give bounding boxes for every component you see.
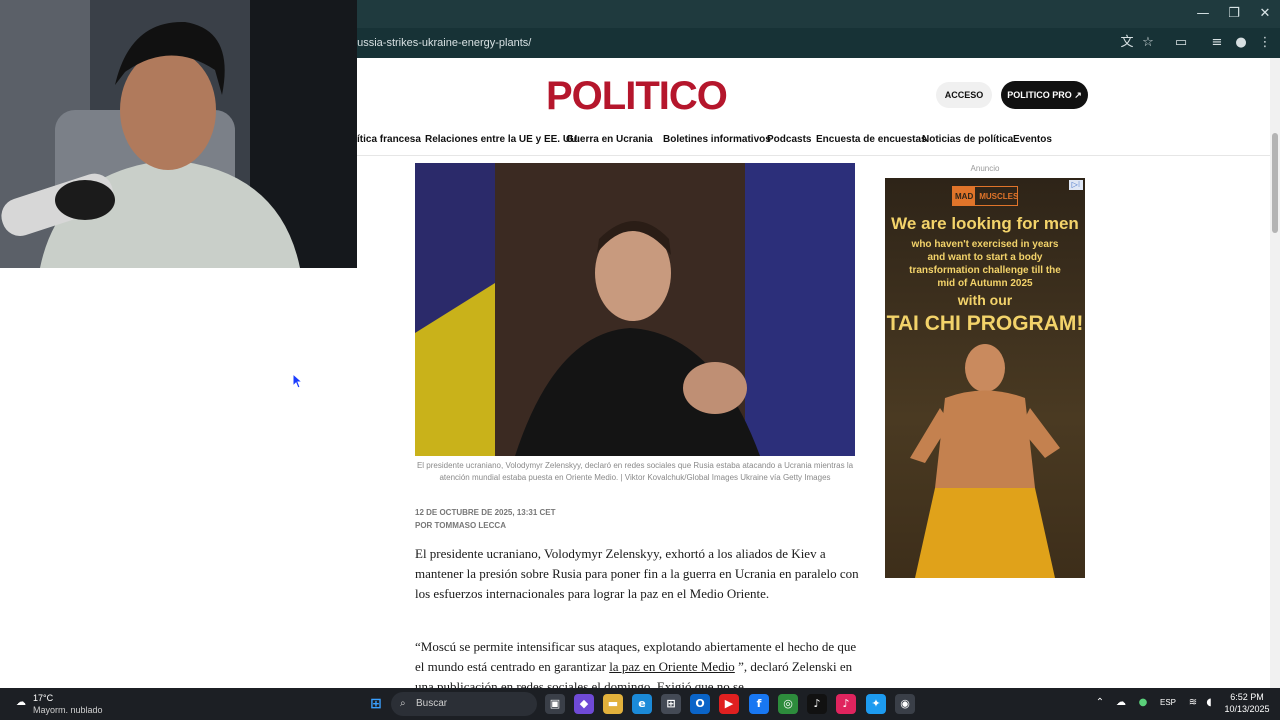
byline[interactable]: POR TOMMASO LECCA [415, 519, 556, 532]
copilot-icon[interactable]: ◆ [574, 694, 594, 714]
twitter-icon[interactable]: ✦ [866, 694, 886, 714]
brand-part-a: MAD [953, 187, 976, 205]
edge-icon[interactable]: e [632, 694, 652, 714]
microphone-icon[interactable]: ● [1136, 696, 1150, 710]
tiktok-studio-icon[interactable]: ♪ [836, 694, 856, 714]
weather-icon[interactable]: ☁ [12, 696, 30, 710]
photo-caption: El presidente ucraniano, Volodymyr Zelen… [416, 461, 854, 482]
login-button[interactable]: ACCESO [936, 82, 992, 108]
nav-item-podcasts[interactable]: Podcasts [767, 134, 811, 145]
obs-icon[interactable]: ◉ [895, 694, 915, 714]
ad-with: with our [957, 292, 1013, 308]
restore-icon[interactable]: ❐ [1217, 4, 1251, 24]
weather-description[interactable]: Mayorm. nublado [33, 705, 103, 715]
advertisement[interactable]: ▷⁝ MAD MUSCLES We are looking for men wh… [885, 178, 1085, 578]
clock-date[interactable]: 10/13/2025 [1222, 704, 1272, 714]
mouse-cursor-icon [292, 373, 304, 389]
article-paragraph: “Moscú se permite intensificar sus ataqu… [415, 637, 860, 688]
minimize-icon[interactable]: — [1186, 4, 1220, 24]
url-text: re-russia-strikes-ukraine-energy-plants/ [340, 37, 532, 49]
chrome-icon[interactable]: ◎ [778, 694, 798, 714]
onedrive-cloud-icon[interactable]: ☁ [1114, 696, 1128, 710]
article-photo [415, 163, 855, 456]
windows-taskbar: ☁ 17°C Mayorm. nublado ⊞ ⌕ Buscar ▣ ◆ ▬ … [0, 688, 1280, 720]
close-icon[interactable]: ✕ [1248, 4, 1280, 24]
translate-icon[interactable]: 文 [1118, 34, 1136, 52]
star-icon[interactable]: ☆ [1139, 34, 1157, 52]
ad-headline: We are looking for men [891, 214, 1079, 233]
cast-icon[interactable]: ▭ [1172, 34, 1190, 52]
reading-list-icon[interactable]: ≡ [1208, 34, 1226, 52]
ad-program: TAI CHI PROGRAM! [886, 312, 1084, 335]
nav-item-guerra-ucrania[interactable]: Guerra en Ucrania [566, 134, 653, 145]
webcam-overlay [0, 0, 357, 268]
store-icon[interactable]: ⊞ [661, 694, 681, 714]
search-icon: ⌕ [400, 698, 406, 709]
input-language[interactable]: ESP [1160, 698, 1176, 707]
external-link-icon: ↗ [1074, 90, 1082, 100]
nav-item-politica-francesa[interactable]: ítica francesa [357, 134, 421, 145]
file-explorer-icon[interactable]: ▬ [603, 694, 623, 714]
outlook-icon[interactable]: O [690, 694, 710, 714]
nav-item-boletines[interactable]: Boletines informativos [663, 134, 771, 145]
publish-date: 12 DE OCTUBRE DE 2025, 13:31 CET [415, 508, 556, 517]
volume-icon[interactable]: ◖ [1202, 696, 1216, 710]
weather-temperature[interactable]: 17°C [33, 693, 53, 703]
search-placeholder: Buscar [416, 698, 448, 709]
nav-item-noticias-politica[interactable]: Noticias de política [922, 134, 1013, 145]
adchoices-icon[interactable]: ▷⁝ [1069, 180, 1083, 190]
nav-item-encuesta[interactable]: Encuesta de encuestas [816, 134, 927, 145]
politico-pro-label: POLITICO PRO [1007, 90, 1072, 100]
ad-brand-logo: MAD MUSCLES [952, 186, 1018, 206]
show-hidden-icons-chevron-icon[interactable]: ⌃ [1093, 696, 1107, 710]
tiktok-icon[interactable]: ♪ [807, 694, 827, 714]
link-paz-oriente-medio[interactable]: la paz en Oriente Medio [609, 659, 735, 674]
clock-time[interactable]: 6:52 PM [1222, 692, 1272, 702]
page-scrollbar[interactable] [1270, 58, 1280, 688]
url-field[interactable]: re-russia-strikes-ukraine-energy-plants/ [340, 31, 1100, 55]
ad-label: Anuncio [970, 164, 1000, 173]
article-meta: 12 DE OCTUBRE DE 2025, 13:31 CET POR TOM… [415, 506, 556, 532]
menu-kebab-icon[interactable]: ⋮ [1256, 34, 1274, 52]
nav-item-ue-eeuu[interactable]: Relaciones entre la UE y EE. UU. [425, 134, 580, 145]
ad-fighter-illustration [910, 344, 1060, 578]
taskbar-search[interactable]: ⌕ Buscar [391, 692, 537, 716]
politico-logo[interactable]: POLITICO [546, 74, 728, 119]
brand-part-b: MUSCLES [979, 192, 1019, 201]
facebook-icon[interactable]: f [749, 694, 769, 714]
task-view-icon[interactable]: ▣ [545, 694, 565, 714]
nav-item-eventos[interactable]: Eventos [1013, 134, 1052, 145]
start-button-icon[interactable]: ⊞ [366, 694, 386, 714]
wifi-icon[interactable]: ≋ [1186, 696, 1200, 710]
ad-body: who haven't exercised in years and want … [909, 239, 1061, 289]
politico-pro-button[interactable]: POLITICO PRO ↗ [1001, 81, 1088, 109]
article-paragraph: El presidente ucraniano, Volodymyr Zelen… [415, 546, 859, 601]
scrollbar-thumb[interactable] [1272, 133, 1278, 233]
profile-avatar[interactable]: ● [1232, 34, 1250, 52]
youtube-icon[interactable]: ▶ [719, 694, 739, 714]
